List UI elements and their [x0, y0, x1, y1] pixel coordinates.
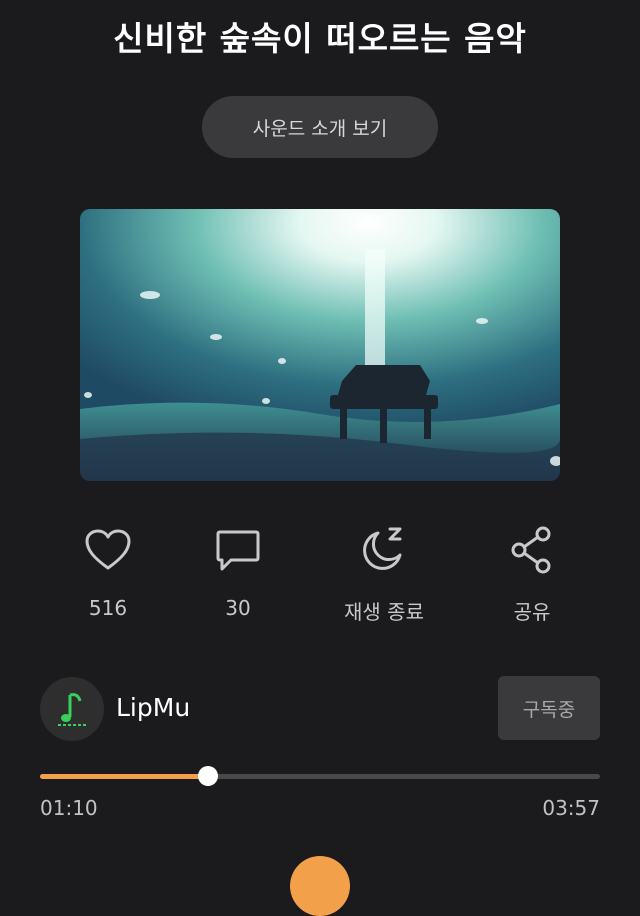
share-action[interactable]: 공유	[462, 522, 602, 625]
share-icon	[462, 522, 602, 578]
heart-icon	[38, 522, 178, 578]
channel-avatar[interactable]	[40, 677, 104, 741]
comment-icon	[168, 522, 308, 578]
progress-bar[interactable]	[40, 766, 600, 786]
sleep-timer-label: 재생 종료	[344, 600, 424, 624]
channel-name[interactable]: LipMu	[116, 693, 190, 722]
share-label: 공유	[513, 600, 551, 624]
play-button[interactable]	[290, 856, 350, 916]
subscribe-button[interactable]: 구독중	[498, 676, 600, 740]
like-action[interactable]: 516	[38, 522, 178, 620]
moon-sleep-icon	[314, 522, 454, 578]
total-time: 03:57	[542, 796, 600, 820]
comment-count: 30	[225, 596, 251, 620]
sound-intro-button[interactable]: 사운드 소개 보기	[202, 96, 438, 158]
progress-thumb[interactable]	[198, 766, 218, 786]
page-title: 신비한 숲속이 떠오르는 음악	[113, 19, 527, 58]
sleep-timer-action[interactable]: 재생 종료	[314, 522, 454, 625]
like-count: 516	[88, 596, 128, 620]
comment-action[interactable]: 30	[168, 522, 308, 620]
music-note-logo-icon	[58, 693, 86, 726]
progress-fill	[40, 774, 208, 779]
current-time: 01:10	[40, 796, 98, 820]
artwork-image	[80, 209, 560, 481]
